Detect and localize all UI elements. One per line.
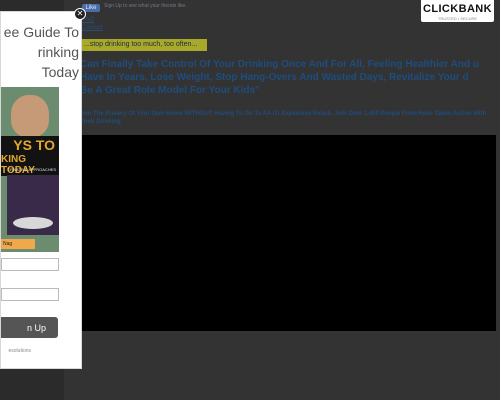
clickbank-logo: CLICKBANK bbox=[423, 3, 492, 15]
book-illustration-plate bbox=[13, 217, 53, 229]
modal-title: ee Guide To rinking Today bbox=[3, 24, 79, 80]
book-title-line1: YS TO bbox=[13, 137, 55, 153]
book-title-line2: KING TODAY bbox=[1, 154, 35, 176]
book-tag-label: Nag bbox=[1, 239, 35, 249]
nav-link-contact[interactable]: Contact bbox=[82, 25, 103, 31]
clickbank-tagline: TRUSTED • SECURE bbox=[437, 16, 478, 21]
sign-up-button[interactable]: n Up bbox=[1, 317, 58, 338]
video-player[interactable] bbox=[64, 135, 496, 331]
book-illustration-face bbox=[11, 95, 49, 137]
name-field[interactable] bbox=[1, 258, 59, 271]
facebook-like-text: Sign Up to see what your friends like. bbox=[104, 3, 187, 9]
main-headline: Can Finally Take Control Of Your Drinkin… bbox=[80, 59, 479, 96]
optin-modal: ee Guide To rinking Today YS TO KING TOD… bbox=[0, 11, 82, 369]
book-title-band: YS TO KING TODAY ERNATIVE APPROACHES bbox=[1, 136, 59, 176]
email-field[interactable] bbox=[1, 288, 59, 301]
ebook-cover-image: YS TO KING TODAY ERNATIVE APPROACHES Nag bbox=[1, 87, 59, 252]
close-icon[interactable]: ✕ bbox=[74, 8, 86, 20]
modal-footer-text: esolutions bbox=[8, 348, 31, 354]
book-title-line3: ERNATIVE APPROACHES bbox=[7, 167, 56, 172]
highlight-text: ...stop drinking too much, too often... bbox=[84, 41, 198, 48]
clickbank-badge[interactable]: CLICKBANK TRUSTED • SECURE bbox=[421, 0, 494, 22]
sub-headline: rom The Privacy Of Your Own Home WITHOUT… bbox=[80, 111, 487, 125]
